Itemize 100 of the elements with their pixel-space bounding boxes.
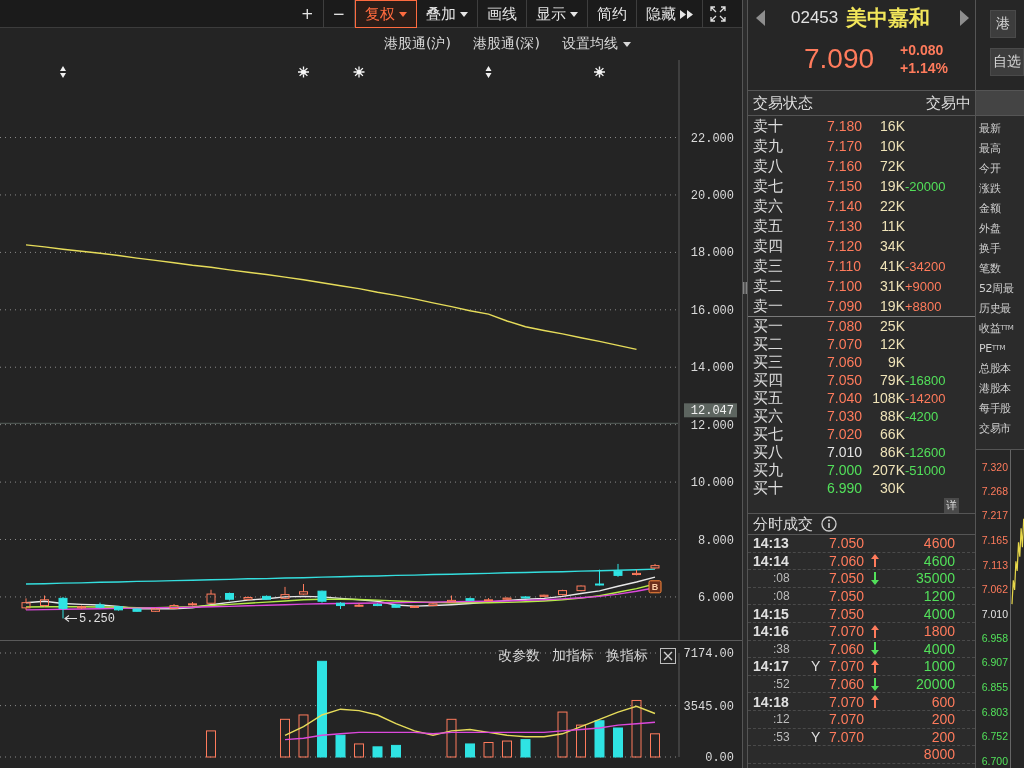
level-label: 卖六 [753,197,783,215]
toolbar-button[interactable]: 复权 [355,0,418,28]
chart-option[interactable]: 港股通(深) [472,35,540,53]
side-button[interactable]: 港 [990,10,1016,38]
triangle-left-icon[interactable] [756,10,765,26]
toolbar-button[interactable]: 画线 [478,0,528,28]
volume-bar [631,699,642,758]
trade-volume: 200 [931,728,955,745]
order-volume: 66K [880,426,905,442]
toolbar-button[interactable]: 显示 [527,0,589,28]
volume-bar [446,718,457,758]
order-price: 7.130 [827,218,863,234]
toolbar-button[interactable]: 隐藏 [637,0,704,28]
level-label: 买五 [753,389,783,407]
order-price: 7.040 [827,390,863,406]
indicator-option[interactable]: 换指标 [606,647,648,665]
level-label: 卖八 [753,157,783,175]
axis-label: 6.907 [981,656,1008,669]
trade-time: :12 [773,712,790,727]
trade-volume: 1800 [923,623,955,640]
burst-icon[interactable] [297,65,310,79]
burst-icon[interactable] [593,65,606,79]
trade-time: :08 [773,571,790,586]
close-icon [663,651,673,661]
candlestick [391,603,401,609]
side-button[interactable]: 自选 [990,48,1024,76]
indicator-option[interactable]: 改参数 [498,647,540,665]
candlestick [243,595,253,601]
trade-time: 14:14 [753,552,789,569]
order-volume: 207K [872,462,905,478]
level-label: 卖二 [753,277,783,295]
candlestick [595,569,604,586]
volume-bar [298,714,309,758]
volume-bar [576,724,586,758]
volume-change: -51000 [905,462,946,478]
toolbar-button[interactable]: + [292,0,324,28]
candlestick [188,601,197,607]
volume-change: -12600 [905,444,946,460]
stat-label: 总股本 [978,360,1011,377]
detail-button[interactable]: 详 [944,497,959,513]
indicator-option[interactable]: 加指标 [552,647,594,665]
stat-label: 最高 [978,140,1001,157]
stat-label: 换手 [978,240,1001,257]
burst-icon[interactable] [352,65,366,79]
order-price: 7.090 [827,298,863,314]
volume-change: -14200 [905,390,946,406]
trade-type-label: Y [811,728,821,745]
chart-option[interactable]: 港股通(沪) [384,35,451,53]
close-button[interactable] [660,648,676,664]
order-price: 7.030 [827,408,863,424]
trade-price: 7.050 [829,605,865,622]
order-volume: 16K [880,118,905,134]
down-arrow-icon [871,642,879,656]
volume-change: +9000 [905,278,942,294]
trade-price: 7.060 [829,640,865,657]
toolbar-button[interactable]: 简约 [588,0,638,28]
order-price: 7.160 [827,158,863,174]
candlestick [114,605,123,612]
volume-bar [613,727,623,758]
trade-price: 7.070 [829,728,865,745]
axis-label: 7.010 [981,607,1008,620]
candlestick [539,594,549,598]
triangle-right-icon[interactable] [960,10,969,26]
candlestick [280,586,290,600]
updown-arrow-icon[interactable] [60,66,66,78]
stat-label: 最新 [978,120,1001,137]
trade-time: :53 [773,729,790,744]
candlestick [225,592,234,601]
volume-bar [650,733,660,758]
updown-arrow-icon[interactable] [485,66,492,78]
volume-change: -16800 [905,372,946,388]
candlestick [465,597,475,602]
candlestick [373,602,382,607]
volume-bar [206,730,216,758]
axis-label: 6.700 [981,754,1008,767]
stat-label: 收益$^{TTM}$ [978,320,1014,337]
info-icon[interactable] [821,516,837,532]
volume-bar [502,740,512,758]
grip-handle-icon[interactable] [743,282,747,294]
order-price: 7.060 [827,354,863,370]
axis-label: 18.000 [690,246,734,261]
volume-bar [594,720,605,758]
candlestick [169,603,179,610]
candlestick [354,602,364,608]
trade-volume: 4600 [923,552,955,569]
level-label: 买十 [753,479,783,497]
stat-label: 每手股 [978,400,1011,417]
order-volume: 22K [880,198,905,214]
order-price: 6.990 [827,480,863,496]
candlestick [317,590,327,604]
level-label: 买七 [753,425,783,443]
order-price: 7.070 [827,336,863,352]
order-price: 7.000 [827,462,863,478]
order-price: 7.140 [827,198,863,214]
axis-label: 6.752 [981,729,1008,742]
axis-label: 7.217 [981,509,1008,522]
order-volume: 30K [880,480,905,496]
chart-option[interactable]: 设置均线 [561,35,631,53]
axis-label: 22.000 [690,131,734,146]
toolbar-button[interactable]: 叠加 [417,0,479,28]
